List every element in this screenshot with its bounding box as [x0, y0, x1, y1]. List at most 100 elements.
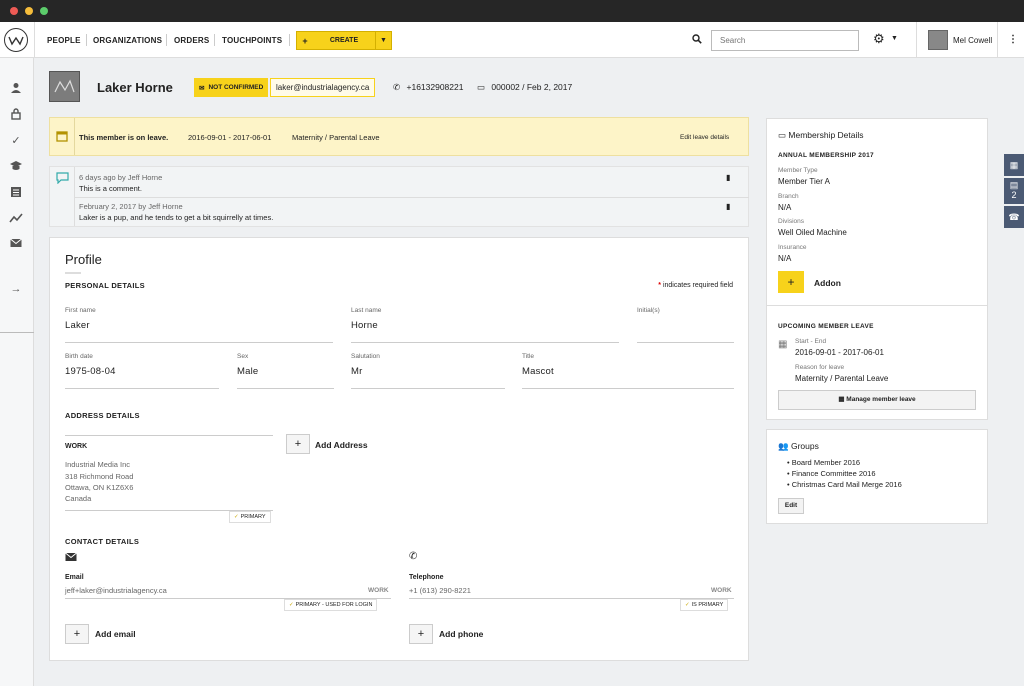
primary-tag: ✓ PRIMARY: [229, 511, 271, 523]
mail-icon[interactable]: [9, 238, 23, 252]
chevron-down-icon[interactable]: ▼: [891, 35, 898, 42]
close-window-button[interactable]: [10, 7, 18, 15]
groups-heading: 👥 Groups: [778, 441, 819, 452]
profile-title: Profile: [65, 252, 102, 267]
graduation-cap-icon[interactable]: [9, 160, 23, 174]
birth-date-field[interactable]: 1975-08-04: [65, 366, 116, 377]
email-field[interactable]: jeff+laker@industrialagency.ca: [65, 586, 167, 595]
birth-date-label: Birth date: [65, 353, 93, 360]
required-star: *: [658, 282, 661, 289]
telephone-label: Telephone: [409, 574, 444, 581]
add-email-label[interactable]: Add email: [95, 629, 136, 639]
telephone-primary-tag: ✓ IS PRIMARY: [680, 599, 729, 611]
crown-logo-icon[interactable]: [4, 28, 28, 52]
first-name-field[interactable]: Laker: [65, 320, 90, 331]
list-icon[interactable]: [9, 186, 23, 200]
start-end-value: 2016-09-01 - 2017-06-01: [795, 348, 884, 357]
calendar-tab[interactable]: ▦: [1004, 154, 1024, 176]
contact-details-heading: CONTACT DETAILS: [65, 537, 140, 546]
divisions-value: Well Oiled Machine: [778, 228, 847, 237]
trend-chart-icon[interactable]: [9, 212, 23, 226]
address-type: WORK: [65, 443, 88, 450]
lock-icon[interactable]: [9, 108, 23, 122]
member-email[interactable]: laker@industrialagency.ca: [270, 78, 376, 97]
nav-people[interactable]: PEOPLE: [47, 36, 81, 45]
manage-leave-label: Manage member leave: [846, 396, 916, 403]
profile-card: Profile PERSONAL DETAILS * indicates req…: [49, 237, 749, 661]
initials-label: Initial(s): [637, 307, 660, 314]
email-tag-text: PRIMARY - USED FOR LOGIN: [295, 602, 373, 608]
member-avatar: [49, 71, 80, 102]
search-input[interactable]: [711, 30, 859, 51]
email-primary-tag: ✓ PRIMARY - USED FOR LOGIN: [284, 599, 378, 611]
edit-leave-link[interactable]: Edit leave details: [680, 134, 729, 141]
comments-panel: 6 days ago by Jeff Horne This is a comme…: [49, 166, 749, 227]
add-phone-label[interactable]: Add phone: [439, 629, 483, 639]
address-line: Canada: [65, 494, 92, 503]
user-name[interactable]: Mel Cowell: [953, 36, 992, 45]
edit-groups-button[interactable]: Edit: [778, 498, 804, 514]
phone-number: +16132908221: [406, 82, 464, 92]
sex-field[interactable]: Male: [237, 366, 258, 377]
telephone-tag-text: IS PRIMARY: [691, 602, 724, 608]
calendar-icon: ▦: [1009, 160, 1019, 170]
search-icon: [692, 34, 702, 47]
add-email-button[interactable]: +: [65, 624, 89, 644]
add-address-button[interactable]: +: [286, 434, 310, 454]
member-phone: ✆ +16132908221: [393, 82, 463, 93]
leave-reason: Maternity / Parental Leave: [292, 133, 380, 142]
address-line: Ottawa, ON K1Z6X6: [65, 483, 134, 492]
maximize-window-button[interactable]: [40, 7, 48, 15]
group-item-label: Christmas Card Mail Merge 2016: [791, 480, 902, 489]
required-note: * indicates required field: [658, 282, 733, 289]
nav-organizations[interactable]: ORGANIZATIONS: [93, 36, 162, 45]
minimize-window-button[interactable]: [25, 7, 33, 15]
branch-label: Branch: [778, 193, 799, 200]
bookmark-icon[interactable]: ▮: [726, 202, 730, 211]
membership-heading-text: Membership Details: [788, 130, 864, 140]
start-end-label: Start - End: [795, 338, 827, 345]
add-phone-button[interactable]: +: [409, 624, 433, 644]
divisions-label: Divisions: [778, 218, 805, 225]
title-field[interactable]: Mascot: [522, 366, 554, 377]
addon-label[interactable]: Addon: [814, 278, 841, 288]
calendar-icon: ▦: [778, 339, 788, 350]
group-item-label: Finance Committee 2016: [791, 469, 876, 478]
status-badge: ✉ NOT CONFIRMED: [194, 78, 269, 97]
arrow-right-icon[interactable]: →: [9, 283, 23, 297]
last-name-field[interactable]: Horne: [351, 320, 378, 331]
salutation-field[interactable]: Mr: [351, 366, 362, 377]
monitor-icon: ▭: [778, 130, 787, 140]
email-label: Email: [65, 574, 84, 581]
telephone-type: WORK: [711, 587, 732, 594]
person-icon[interactable]: [9, 82, 23, 96]
nav-orders[interactable]: ORDERS: [174, 36, 209, 45]
checkmark-icon[interactable]: ✓: [9, 134, 23, 148]
group-item: • Finance Committee 2016: [787, 469, 876, 478]
annual-membership-heading: ANNUAL MEMBERSHIP 2017: [778, 152, 874, 159]
comments-count: 2: [1011, 190, 1017, 200]
branch-value: N/A: [778, 203, 792, 212]
people-icon: 👥: [778, 441, 789, 451]
create-button[interactable]: + CREATE ▼: [296, 31, 392, 50]
manage-member-leave-button[interactable]: ▦ Manage member leave: [778, 390, 976, 410]
comment-text: Laker is a pup, and he tends to get a bi…: [79, 213, 274, 222]
telephone-field[interactable]: +1 (613) 290-8221: [409, 586, 471, 595]
phone-icon: ✆: [393, 82, 401, 92]
chevron-down-icon[interactable]: ▼: [375, 32, 391, 49]
status-text: NOT CONFIRMED: [208, 84, 264, 91]
groups-heading-text: Groups: [790, 441, 819, 451]
bookmark-icon[interactable]: ▮: [726, 173, 730, 182]
member-name: Laker Horne: [97, 80, 173, 95]
activity-tab[interactable]: ☎: [1004, 206, 1024, 228]
comments-tab[interactable]: ▤ 2: [1004, 178, 1024, 204]
nav-touchpoints[interactable]: TOUCHPOINTS: [222, 36, 282, 45]
more-menu-icon[interactable]: ⋮: [1008, 34, 1018, 45]
user-avatar[interactable]: [928, 30, 948, 50]
addon-button[interactable]: +: [778, 271, 804, 293]
group-item: • Christmas Card Mail Merge 2016: [787, 480, 902, 489]
gear-icon[interactable]: ⚙: [873, 31, 885, 47]
add-address-label[interactable]: Add Address: [315, 440, 368, 450]
primary-tag-text: PRIMARY: [240, 514, 266, 520]
address-line: Industrial Media Inc: [65, 460, 131, 469]
